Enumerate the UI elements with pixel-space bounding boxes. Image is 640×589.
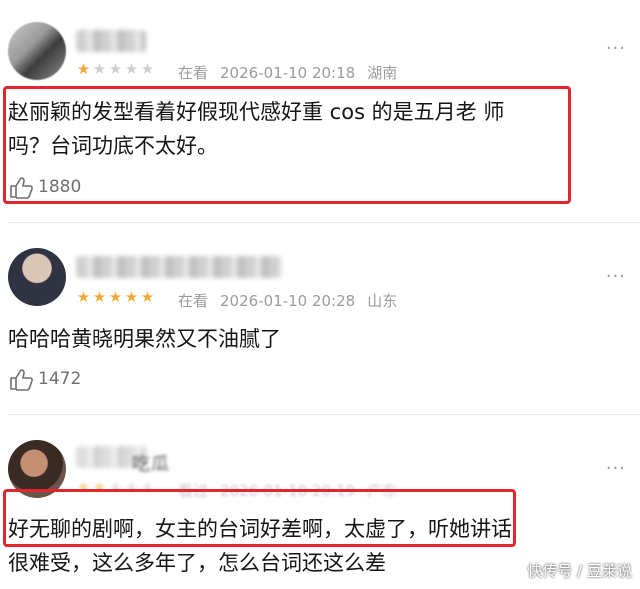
highlight-box — [3, 489, 516, 547]
star-icon: ★ — [124, 288, 140, 306]
comment-meta: 在看 2026-01-10 20:28 山东 — [178, 290, 409, 311]
username-blurred[interactable] — [76, 30, 146, 52]
like-count: 1472 — [38, 369, 82, 389]
divider — [8, 222, 640, 223]
star-rating: ★ ★ ★ ★ ★ — [76, 288, 156, 306]
star-icon: ★ — [108, 60, 124, 78]
watch-status: 在看 — [178, 64, 209, 82]
avatar[interactable] — [8, 22, 66, 80]
star-icon: ★ — [92, 60, 108, 78]
star-rating: ★ ★ ★ ★ ★ — [76, 60, 156, 78]
star-icon: ★ — [76, 288, 92, 306]
comment-meta: 在看 2026-01-10 20:18 湖南 — [178, 62, 409, 83]
comment-location: 湖南 — [367, 64, 398, 82]
star-icon: ★ — [108, 288, 124, 306]
watermark: 快传号 / 豆莱说 — [527, 562, 632, 580]
star-icon: ★ — [92, 288, 108, 306]
comment-datetime: 2026-01-10 20:18 — [220, 64, 356, 82]
comment-datetime: 2026-01-10 20:28 — [220, 292, 356, 310]
like-button[interactable]: 1472 — [8, 367, 81, 391]
username[interactable]: 吃瓜 — [132, 450, 170, 476]
star-icon: ★ — [124, 60, 140, 78]
star-icon: ★ — [140, 288, 156, 306]
comment-text: 哈哈哈黄晓明果然又不油腻了 — [8, 322, 598, 356]
highlight-box — [3, 86, 571, 204]
more-options-icon[interactable]: ··· — [606, 458, 626, 479]
username-blurred[interactable] — [76, 256, 282, 278]
avatar[interactable] — [8, 248, 66, 306]
more-options-icon[interactable]: ··· — [606, 266, 626, 287]
thumbs-up-icon — [10, 369, 33, 391]
comment-location: 山东 — [367, 292, 398, 310]
star-icon: ★ — [76, 60, 92, 78]
more-options-icon[interactable]: ··· — [606, 38, 626, 59]
watch-status: 在看 — [178, 292, 209, 310]
comment-text-line: 哈哈哈黄晓明果然又不油腻了 — [8, 327, 281, 351]
divider — [8, 414, 640, 415]
star-icon: ★ — [140, 60, 156, 78]
